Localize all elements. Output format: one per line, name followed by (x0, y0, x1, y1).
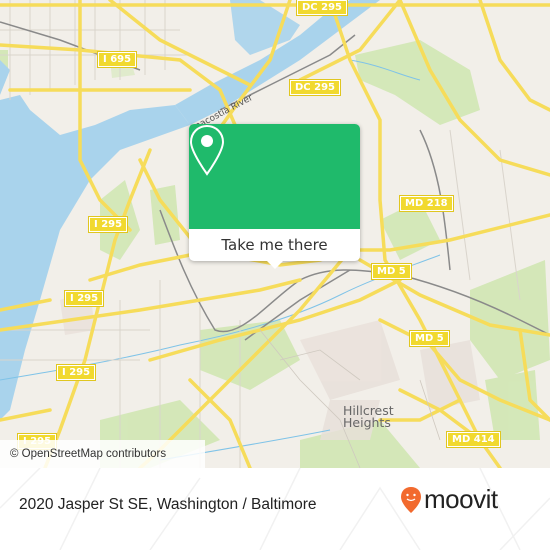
route-shield: I 295 (55, 364, 97, 381)
map-pin-icon (189, 124, 225, 176)
location-popup: Take me there (189, 124, 360, 269)
popup-tail (267, 261, 283, 269)
moovit-pin-smile-icon (401, 486, 421, 513)
route-shield: I 295 (87, 216, 129, 233)
take-me-there-button[interactable]: Take me there (189, 229, 360, 261)
place-label: Hillcrest Heights (343, 404, 394, 430)
moovit-logo[interactable]: moovit (400, 484, 498, 515)
route-shield: DC 295 (296, 0, 348, 16)
route-shield: MD 5 (409, 330, 450, 347)
route-shield: I 295 (63, 290, 105, 307)
route-shield: MD 414 (446, 431, 501, 448)
brand-name: moovit (424, 484, 498, 514)
map-attribution[interactable]: © OpenStreetMap contributors (0, 440, 205, 468)
route-shield: DC 295 (289, 79, 341, 96)
route-shield: I 695 (96, 51, 138, 68)
popup-header (189, 124, 360, 229)
map[interactable]: DC 295 I 695 DC 295 MD 218 I 295 MD 5 I … (0, 0, 550, 468)
address-label: 2020 Jasper St SE, Washington / Baltimor… (19, 496, 317, 513)
route-shield: MD 218 (399, 195, 454, 212)
place-label-line: Heights (343, 415, 391, 430)
route-shield: MD 5 (371, 263, 412, 280)
footer: 2020 Jasper St SE, Washington / Baltimor… (0, 468, 550, 550)
